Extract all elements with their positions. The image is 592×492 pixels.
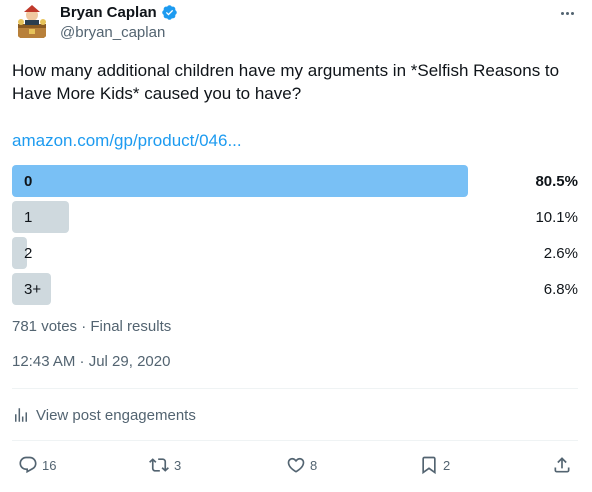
like-count: 8 bbox=[310, 457, 318, 473]
timestamp[interactable]: 12:43 AM · Jul 29, 2020 bbox=[12, 353, 170, 370]
action-bar: 16 3 8 2 bbox=[14, 455, 578, 479]
post-text: How many additional children have my arg… bbox=[12, 61, 560, 103]
view-engagements-label: View post engagements bbox=[36, 406, 196, 424]
poll-option-percent: 6.8% bbox=[543, 281, 578, 298]
post-link[interactable]: amazon.com/gp/product/046... bbox=[12, 131, 242, 151]
like-button[interactable]: 8 bbox=[286, 455, 317, 475]
reply-count: 16 bbox=[42, 457, 57, 473]
poll-option-label: 2 bbox=[24, 245, 33, 262]
poll-option-percent: 80.5% bbox=[535, 173, 578, 190]
display-name[interactable]: Bryan Caplan bbox=[60, 4, 157, 21]
poll-option-label: 0 bbox=[24, 173, 33, 190]
poll-option: 1 10.1% bbox=[12, 201, 578, 233]
poll-option-label: 1 bbox=[24, 209, 33, 226]
poll-option: 0 80.5% bbox=[12, 165, 578, 197]
author-handle[interactable]: @bryan_caplan bbox=[60, 24, 165, 41]
poll-option: 3+ 6.8% bbox=[12, 273, 578, 305]
analytics-icon bbox=[15, 408, 27, 422]
avatar[interactable] bbox=[12, 2, 52, 42]
verified-badge-icon[interactable] bbox=[161, 4, 178, 21]
poll-bar bbox=[12, 165, 468, 197]
view-engagements-link[interactable]: View post engagements bbox=[12, 406, 196, 424]
repost-button[interactable]: 3 bbox=[148, 455, 181, 475]
poll-option: 2 2.6% bbox=[12, 237, 578, 269]
post: Bryan Caplan @bryan_caplan How many addi… bbox=[0, 0, 592, 492]
poll: 0 80.5% 1 10.1% 2 2.6% 3+ 6.8% bbox=[12, 165, 578, 309]
repost-count: 3 bbox=[174, 457, 182, 473]
repost-icon bbox=[149, 458, 169, 472]
poll-summary: 781 votes · Final results bbox=[12, 318, 172, 335]
author-name-row: Bryan Caplan bbox=[60, 4, 178, 21]
more-icon[interactable] bbox=[556, 4, 578, 22]
bookmark-count: 2 bbox=[443, 457, 451, 473]
poll-option-percent: 10.1% bbox=[535, 209, 578, 226]
poll-option-percent: 2.6% bbox=[543, 245, 578, 262]
divider bbox=[12, 388, 578, 389]
poll-option-label: 3+ bbox=[24, 281, 42, 298]
bookmark-button[interactable]: 2 bbox=[419, 455, 450, 475]
poll-bar bbox=[12, 201, 69, 233]
share-button[interactable] bbox=[552, 455, 572, 475]
bookmark-icon bbox=[422, 456, 436, 475]
reply-icon bbox=[19, 456, 37, 474]
share-icon bbox=[554, 457, 570, 473]
like-icon bbox=[287, 457, 305, 473]
divider bbox=[12, 440, 578, 441]
reply-button[interactable]: 16 bbox=[18, 455, 56, 475]
